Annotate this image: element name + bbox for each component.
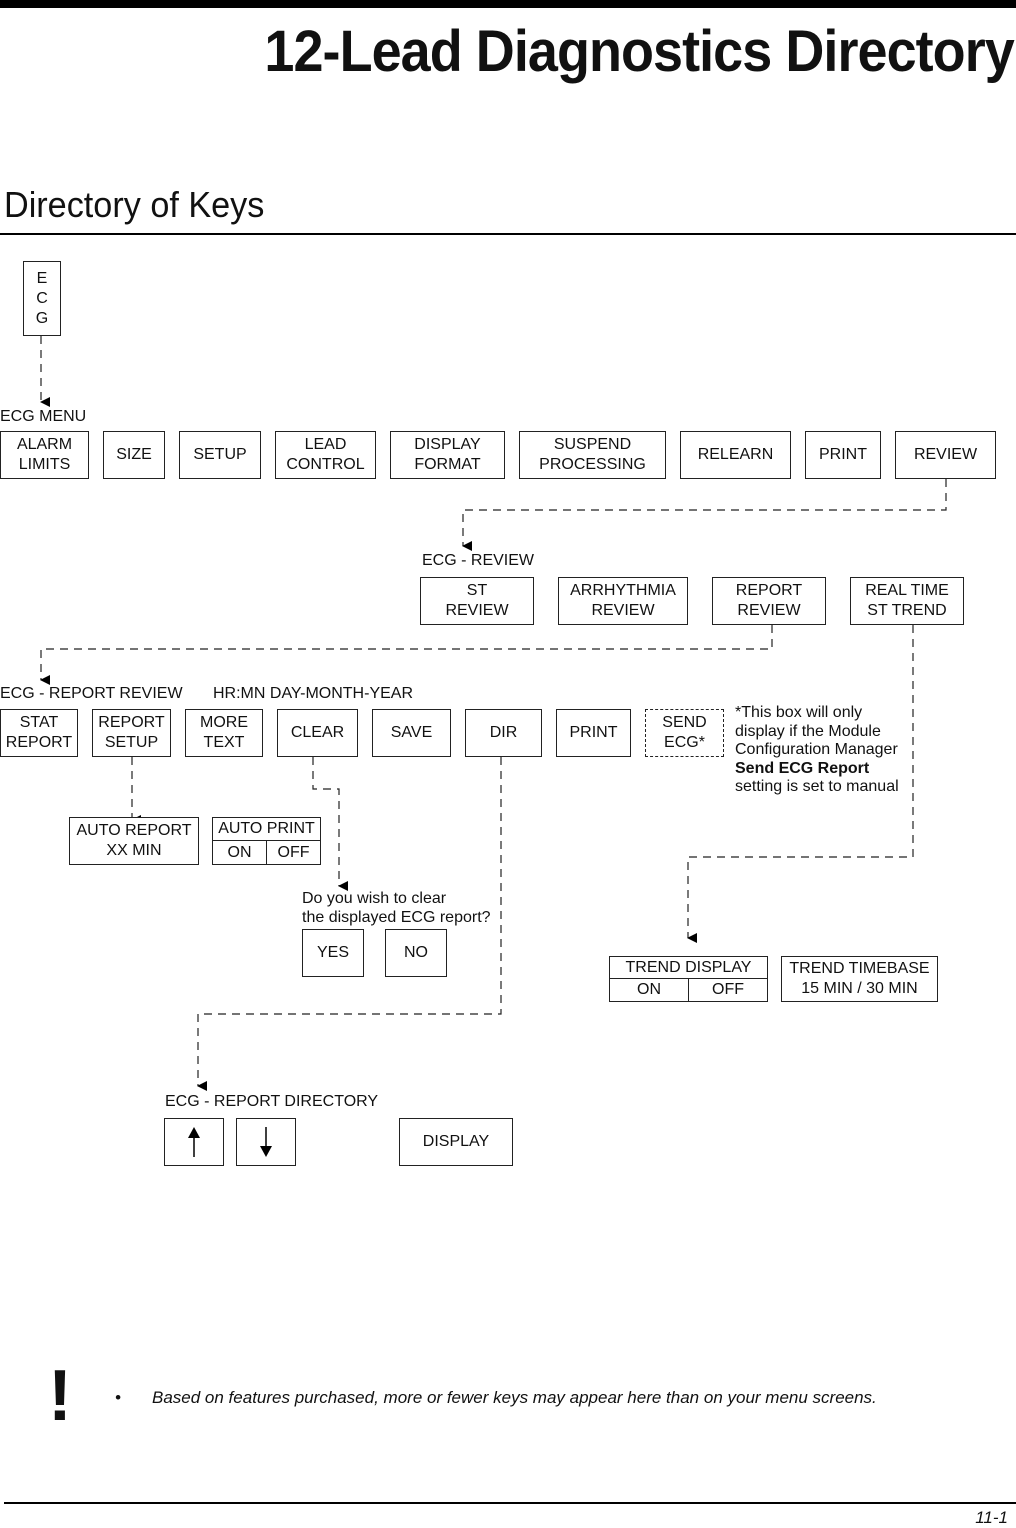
auto-print-on[interactable]: ON (213, 841, 267, 864)
real-time-st-trend-key[interactable]: REAL TIME ST TREND (850, 577, 964, 625)
print-report-key[interactable]: PRINT (556, 709, 631, 757)
yes-key[interactable]: YES (302, 929, 364, 977)
report-review-key[interactable]: REPORT REVIEW (712, 577, 826, 625)
report-review-label: ECG - REPORT REVIEW (0, 685, 183, 702)
trend-display-title: TREND DISPLAY (610, 957, 767, 979)
scroll-up-key[interactable] (164, 1118, 224, 1166)
send-ecg-key[interactable]: SEND ECG* (645, 709, 724, 757)
page-title: 12-Lead Diagnostics Directory (264, 19, 1015, 84)
connector-review-to-ecg-review (462, 479, 947, 551)
report-timestamp: HR:MN DAY-MONTH-YEAR (213, 685, 414, 702)
footnote-line: display if the Module (735, 722, 881, 740)
ecg-menu-label: ECG MENU (0, 408, 87, 425)
arrow-up-icon (188, 1127, 200, 1157)
setup-key[interactable]: SETUP (179, 431, 261, 479)
trend-display-key[interactable]: TREND DISPLAY ON OFF (609, 956, 768, 1002)
auto-print-off[interactable]: OFF (267, 841, 320, 864)
st-review-key[interactable]: ST REVIEW (420, 577, 534, 625)
lead-control-key[interactable]: LEAD CONTROL (275, 431, 376, 479)
trend-display-off[interactable]: OFF (689, 979, 767, 1001)
footnote-line: setting is set to manual (735, 778, 899, 795)
suspend-processing-key[interactable]: SUSPEND PROCESSING (519, 431, 666, 479)
save-key[interactable]: SAVE (372, 709, 451, 757)
footnote-line: *This box will only (735, 704, 863, 721)
prompt-line: Do you wish to clear (302, 890, 447, 907)
arrhythmia-review-key[interactable]: ARRHYTHMIA REVIEW (558, 577, 688, 625)
footer-divider (4, 1502, 1016, 1504)
bullet: • (115, 1388, 121, 1407)
auto-print-key[interactable]: AUTO PRINT ON OFF (212, 817, 321, 865)
footnote-setting-name: Send ECG Report (735, 759, 870, 777)
exclamation-icon: ! (48, 1356, 72, 1436)
section-title: Directory of Keys (4, 184, 265, 225)
relearn-key[interactable]: RELEARN (680, 431, 791, 479)
alarm-limits-key[interactable]: ALARM LIMITS (0, 431, 89, 479)
stat-report-key[interactable]: STAT REPORT (0, 709, 78, 757)
send-ecg-footnote: *This box will only display if the Modul… (735, 704, 899, 797)
page-number: 11-1 (975, 1508, 1008, 1527)
ecg-key[interactable]: E C G (23, 261, 61, 336)
auto-report-key[interactable]: AUTO REPORT XX MIN (69, 817, 199, 865)
print-key[interactable]: PRINT (805, 431, 881, 479)
section-divider (0, 233, 1016, 235)
scroll-down-key[interactable] (236, 1118, 296, 1166)
clear-prompt: Do you wish to clear the displayed ECG r… (302, 890, 491, 927)
display-format-key[interactable]: DISPLAY FORMAT (390, 431, 505, 479)
top-bar (0, 0, 1016, 8)
review-key[interactable]: REVIEW (895, 431, 996, 479)
caution-note: Based on features purchased, more or few… (152, 1388, 877, 1407)
connector-report-review-to-report-review-menu (40, 625, 773, 685)
ecg-review-label: ECG - REVIEW (422, 552, 535, 569)
size-key[interactable]: SIZE (103, 431, 165, 479)
prompt-line: the displayed ECG report? (302, 908, 491, 926)
trend-display-on[interactable]: ON (610, 979, 689, 1001)
arrow-down-icon (260, 1127, 272, 1157)
display-report-key[interactable]: DISPLAY (399, 1118, 513, 1166)
footnote-line: Configuration Manager (735, 741, 898, 758)
clear-key[interactable]: CLEAR (277, 709, 358, 757)
trend-timebase-key[interactable]: TREND TIMEBASE 15 MIN / 30 MIN (781, 956, 938, 1002)
more-text-key[interactable]: MORE TEXT (185, 709, 263, 757)
auto-print-title: AUTO PRINT (213, 818, 320, 841)
report-directory-label: ECG - REPORT DIRECTORY (165, 1093, 379, 1110)
report-setup-key[interactable]: REPORT SETUP (92, 709, 171, 757)
dir-key[interactable]: DIR (465, 709, 542, 757)
no-key[interactable]: NO (385, 929, 447, 977)
